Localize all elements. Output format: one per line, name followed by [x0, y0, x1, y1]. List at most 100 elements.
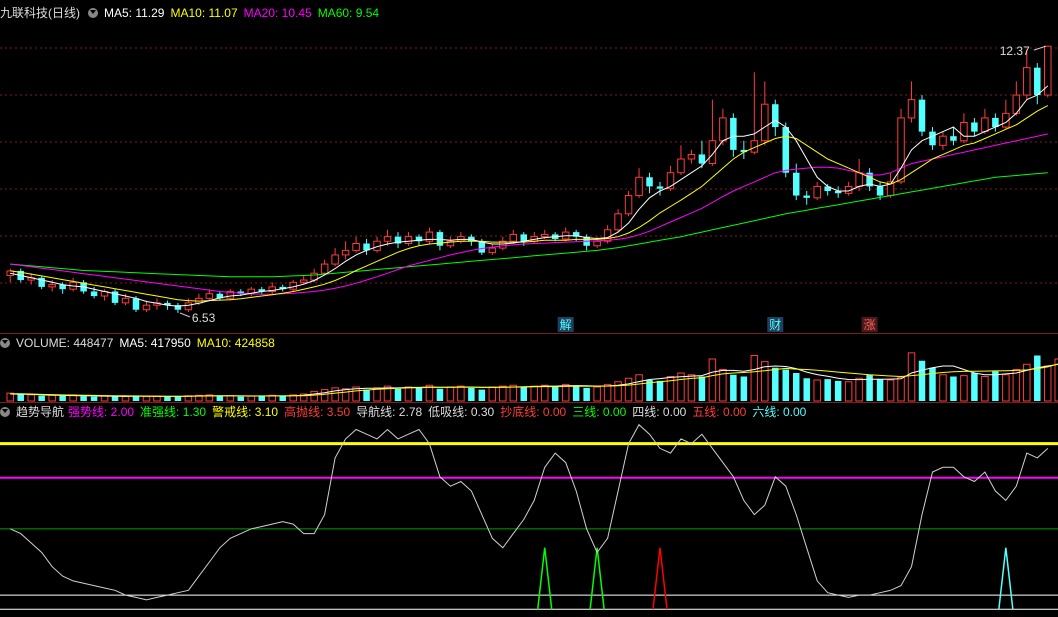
- volume-bar: [237, 396, 245, 401]
- volume-bar: [142, 396, 151, 402]
- candle: [205, 293, 214, 299]
- volume-bar: [992, 371, 999, 401]
- volume-bar: [772, 367, 779, 401]
- indicator-signal: [652, 547, 668, 610]
- volume-bar: [153, 395, 161, 402]
- volume-bar: [341, 388, 350, 402]
- candle: [289, 281, 297, 290]
- volume-bar: [656, 380, 664, 401]
- volume-bar: [782, 369, 790, 401]
- volume-bar: [488, 386, 497, 402]
- candle: [730, 117, 737, 150]
- volume-bar: [876, 379, 884, 401]
- indicator-line: [9, 423, 1049, 601]
- candle: [907, 99, 916, 119]
- volume-bar: [603, 383, 612, 402]
- candle: [929, 131, 936, 146]
- candle: [320, 263, 329, 274]
- candle: [1034, 67, 1041, 96]
- candle: [677, 158, 685, 174]
- volume-bar: [499, 385, 507, 402]
- volume-bar: [1034, 355, 1041, 401]
- candle: [142, 304, 151, 311]
- candle: [719, 117, 727, 142]
- candle: [792, 172, 800, 196]
- volume-bar: [740, 376, 748, 401]
- chart-canvas[interactable]: 12.37 6.53 解 财 涨: [0, 0, 1058, 617]
- volume-bar: [363, 389, 370, 401]
- candle: [540, 233, 549, 238]
- volume-bar: [907, 352, 916, 402]
- volume-bar: [394, 388, 402, 401]
- volume-bar: [226, 395, 235, 402]
- volume-bar: [164, 396, 171, 401]
- candle: [509, 233, 518, 242]
- max-price-label: 12.37: [1000, 44, 1030, 58]
- ma20-line: [10, 133, 1048, 295]
- volume-bar: [404, 386, 413, 402]
- candle: [48, 284, 56, 288]
- volume-bar: [698, 376, 706, 401]
- candle: [341, 249, 350, 256]
- min-price-pointer: [179, 312, 191, 318]
- event-marker: 财: [769, 318, 781, 332]
- candle: [520, 234, 528, 242]
- candle: [803, 195, 810, 198]
- candle: [593, 240, 601, 247]
- volume-bar: [1044, 365, 1052, 402]
- volume-bar: [80, 396, 87, 401]
- volume-bar: [939, 374, 947, 402]
- candle: [614, 213, 622, 231]
- volume-bar: [121, 396, 130, 402]
- volume-bar: [90, 396, 98, 401]
- volume-bar: [844, 381, 853, 402]
- volume-bar: [624, 377, 633, 402]
- volume-bar: [436, 388, 444, 401]
- indicator-signal: [536, 547, 553, 610]
- candle: [656, 186, 664, 189]
- volume-bar: [468, 387, 475, 401]
- volume-bar: [17, 394, 24, 401]
- volume-bar: [708, 358, 717, 402]
- volume-bar: [1002, 374, 1010, 402]
- ma10-line: [10, 105, 1049, 302]
- volume-bar: [551, 387, 559, 401]
- volume-bar: [247, 395, 256, 402]
- volume-bar: [1012, 369, 1021, 402]
- volume-bar: [48, 394, 56, 402]
- volume-bar: [750, 355, 759, 402]
- volume-bar: [593, 386, 601, 402]
- volume-bar: [59, 395, 66, 401]
- volume-bar: [981, 376, 989, 402]
- candle: [603, 229, 612, 242]
- candle: [646, 177, 653, 187]
- candle: [855, 172, 863, 187]
- volume-bar: [446, 386, 455, 402]
- candle: [761, 103, 769, 142]
- candle: [687, 153, 696, 160]
- candle: [960, 121, 968, 142]
- volume-bar: [258, 395, 266, 401]
- candle: [950, 136, 957, 141]
- volume-bar: [572, 386, 580, 401]
- volume-bar: [415, 387, 423, 401]
- candle: [1023, 67, 1031, 96]
- volume-bar: [540, 384, 549, 402]
- volume-bar: [866, 374, 873, 401]
- volume-bar: [730, 374, 737, 401]
- volume-bar: [635, 374, 643, 402]
- volume-bar: [803, 378, 810, 401]
- min-price-label: 6.53: [192, 311, 216, 325]
- candle: [939, 135, 947, 146]
- volume-bar: [918, 360, 926, 401]
- candle: [121, 297, 130, 304]
- volume-bar: [950, 376, 957, 401]
- candle: [918, 99, 926, 132]
- volume-bar: [457, 385, 465, 402]
- volume-bar: [27, 394, 35, 402]
- candle: [90, 291, 98, 297]
- candle: [971, 122, 978, 132]
- volume-bar: [331, 387, 339, 402]
- volume-bar: [216, 396, 224, 401]
- volume-bar: [520, 387, 528, 401]
